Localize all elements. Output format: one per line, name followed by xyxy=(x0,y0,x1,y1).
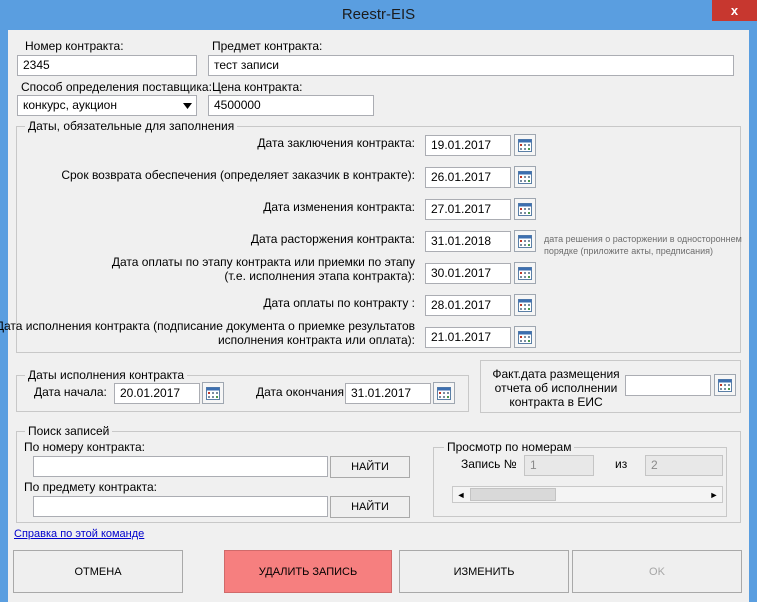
change-date-label: Дата изменения контракта: xyxy=(263,200,415,214)
scrollbar-thumb[interactable] xyxy=(470,488,556,501)
search-by-number-label: По номеру контракта: xyxy=(24,440,146,454)
method-select-value: конкурс, аукцион xyxy=(23,98,117,112)
contract-payment-input[interactable]: 28.01.2017 xyxy=(425,295,511,316)
start-date-label: Дата начала: xyxy=(34,385,107,399)
termination-note-line2: порядке (приложите акты, предписания) xyxy=(544,246,714,256)
search-by-subject-label: По предмету контракта: xyxy=(24,480,157,494)
price-label: Цена контракта: xyxy=(212,80,303,94)
conclusion-date-label: Дата заключения контракта: xyxy=(257,136,415,150)
scroll-left-icon[interactable]: ◄ xyxy=(453,487,469,502)
termination-note-line1: дата решения о расторжении в односторонн… xyxy=(544,234,742,244)
title-bar[interactable]: Reestr-EIS x xyxy=(0,0,757,30)
calendar-icon[interactable] xyxy=(714,374,736,396)
find-by-number-button[interactable]: НАЙТИ xyxy=(330,456,410,478)
execution-dates-title: Даты исполнения контракта xyxy=(25,368,188,382)
browse-title: Просмотр по номерам xyxy=(444,440,575,454)
termination-date-label: Дата расторжения контракта: xyxy=(250,232,415,246)
app-window: Reestr-EIS x Номер контракта: 2345 Предм… xyxy=(0,0,757,602)
delete-record-button[interactable]: УДАЛИТЬ ЗАПИСЬ xyxy=(224,550,392,593)
calendar-icon[interactable] xyxy=(514,294,536,316)
required-dates-title: Даты, обязательные для заполнения xyxy=(25,119,238,133)
execution-date-label-line2: исполнения контракта или оплата): xyxy=(217,333,415,347)
report-date-label-line2: отчета об исполнении xyxy=(494,381,618,395)
stage-payment-label: Дата оплаты по этапу контракта или прием… xyxy=(112,255,415,283)
execution-date-label-line1: Дата исполнения контракта (подписание до… xyxy=(0,319,415,333)
report-date-input[interactable] xyxy=(625,375,711,396)
form-body: Номер контракта: 2345 Предмет контракта:… xyxy=(0,30,749,602)
conclusion-date-input[interactable]: 19.01.2017 xyxy=(425,135,511,156)
total-records-input[interactable]: 2 xyxy=(645,455,723,476)
method-select[interactable]: конкурс, аукцион xyxy=(17,95,197,116)
method-label: Способ определения поставщика: xyxy=(21,80,212,94)
termination-note: дата решения о расторжении в односторонн… xyxy=(544,233,742,257)
stage-payment-label-line2: (т.е. исполнения этапа контракта): xyxy=(224,269,415,283)
subject-label: Предмет контракта: xyxy=(212,39,323,53)
cancel-button[interactable]: ОТМЕНА xyxy=(13,550,183,593)
of-label: из xyxy=(615,457,628,471)
close-button[interactable]: x xyxy=(712,0,757,21)
calendar-icon[interactable] xyxy=(202,382,224,404)
end-date-label: Дата окончания: xyxy=(256,385,348,399)
window-title: Reestr-EIS xyxy=(341,6,416,23)
calendar-icon[interactable] xyxy=(514,198,536,220)
chevron-down-icon[interactable] xyxy=(179,96,196,115)
contract-payment-label: Дата оплаты по контракту : xyxy=(263,296,415,310)
calendar-icon[interactable] xyxy=(514,134,536,156)
search-title: Поиск записей xyxy=(25,424,113,438)
edit-button[interactable]: ИЗМЕНИТЬ xyxy=(399,550,569,593)
find-by-subject-button[interactable]: НАЙТИ xyxy=(330,496,410,518)
stage-payment-label-line1: Дата оплаты по этапу контракта или прием… xyxy=(111,255,415,269)
change-date-input[interactable]: 27.01.2017 xyxy=(425,199,511,220)
calendar-icon[interactable] xyxy=(514,166,536,188)
report-date-label-line1: Факт.дата размещения xyxy=(492,367,620,381)
calendar-icon[interactable] xyxy=(514,230,536,252)
report-date-label: Факт.дата размещения отчета об исполнени… xyxy=(486,367,626,409)
ok-button[interactable]: OK xyxy=(572,550,742,593)
end-date-input[interactable]: 31.01.2017 xyxy=(345,383,431,404)
security-return-label: Срок возврата обеспечения (определяет за… xyxy=(61,168,415,182)
record-number-input[interactable]: 1 xyxy=(524,455,594,476)
record-scrollbar[interactable]: ◄ ► xyxy=(452,486,723,503)
help-link[interactable]: Справка по этой команде xyxy=(14,528,144,540)
price-input[interactable]: 4500000 xyxy=(208,95,374,116)
close-icon: x xyxy=(730,3,739,18)
calendar-icon[interactable] xyxy=(514,262,536,284)
execution-date-input[interactable]: 21.01.2017 xyxy=(425,327,511,348)
report-date-label-line3: контракта в ЕИС xyxy=(509,395,603,409)
record-number-label: Запись № xyxy=(461,457,517,471)
search-by-number-input[interactable] xyxy=(33,456,328,477)
calendar-icon[interactable] xyxy=(433,382,455,404)
subject-input[interactable]: тест записи xyxy=(208,55,734,76)
contract-number-input[interactable]: 2345 xyxy=(17,55,197,76)
security-return-input[interactable]: 26.01.2017 xyxy=(425,167,511,188)
stage-payment-input[interactable]: 30.01.2017 xyxy=(425,263,511,284)
start-date-input[interactable]: 20.01.2017 xyxy=(114,383,200,404)
calendar-icon[interactable] xyxy=(514,326,536,348)
termination-date-input[interactable]: 31.01.2018 xyxy=(425,231,511,252)
execution-date-label: Дата исполнения контракта (подписание до… xyxy=(0,319,415,347)
search-by-subject-input[interactable] xyxy=(33,496,328,517)
scroll-right-icon[interactable]: ► xyxy=(706,487,722,502)
contract-number-label: Номер контракта: xyxy=(25,39,124,53)
